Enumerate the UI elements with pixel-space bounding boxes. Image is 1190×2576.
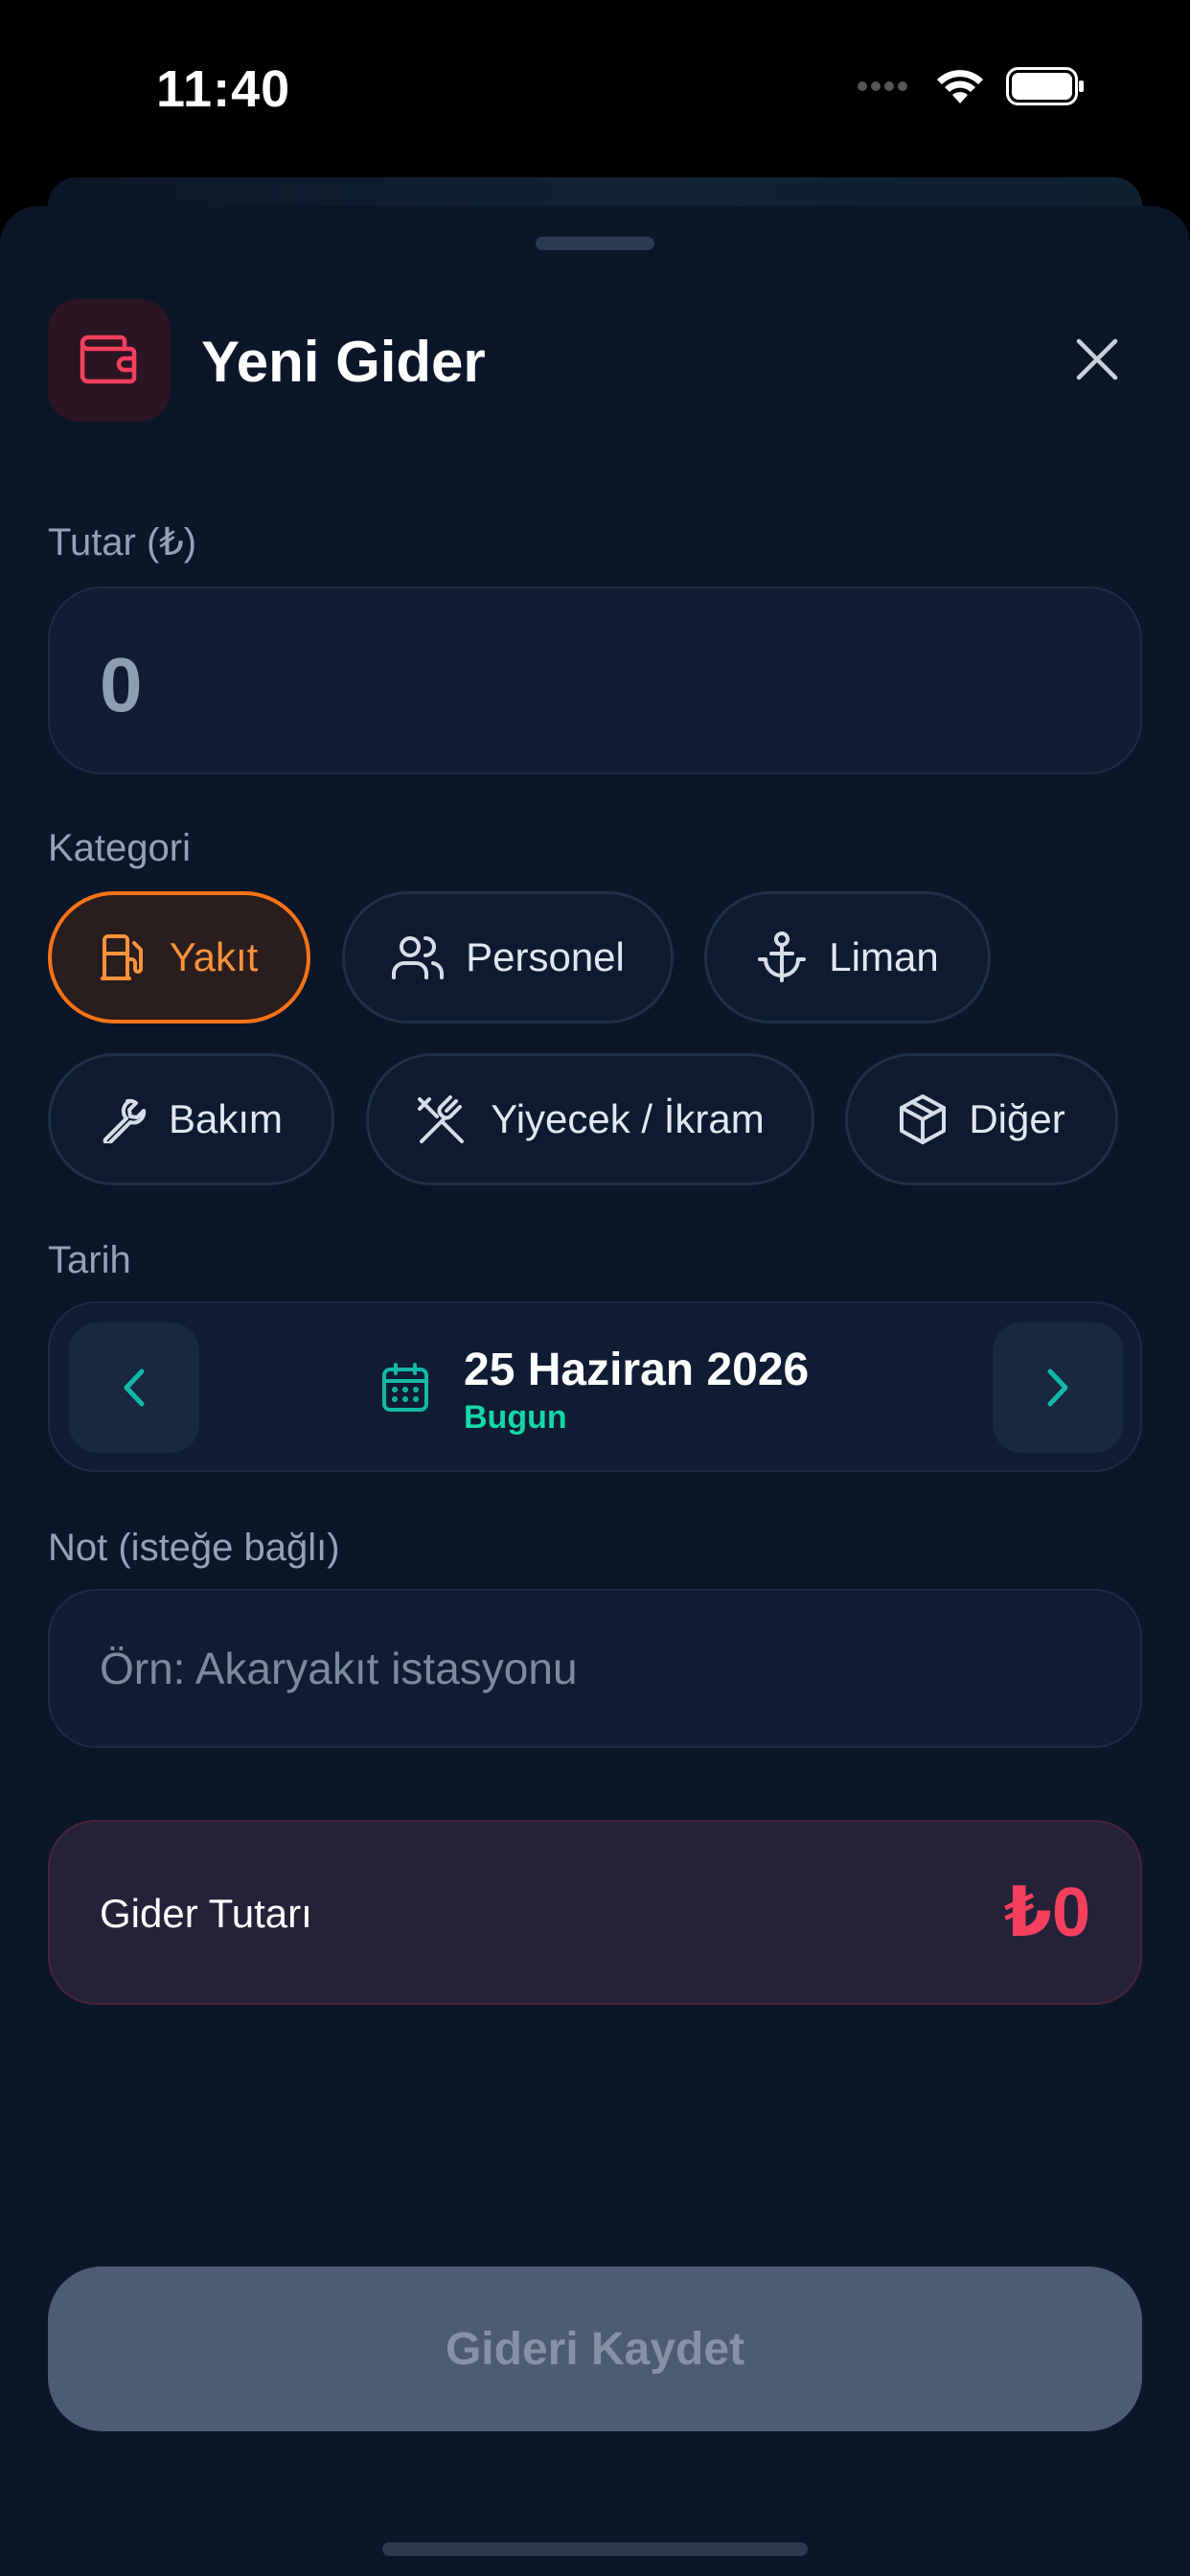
summary-label: Gider Tutarı: [100, 1891, 312, 1936]
date-relative-label: Bugun: [464, 1399, 567, 1436]
amount-input[interactable]: 0: [48, 586, 1142, 774]
category-chip-personel[interactable]: Personel: [342, 891, 674, 1024]
save-expense-button[interactable]: Gideri Kaydet: [48, 2266, 1142, 2431]
status-icons: [857, 67, 1085, 105]
fuel-pump-icon: [100, 934, 143, 980]
category-chip-label: Yiyecek / İkram: [491, 1096, 765, 1141]
category-chip-bakim[interactable]: Bakım: [48, 1053, 334, 1185]
note-input[interactable]: [100, 1591, 1096, 1746]
sheet-grabber[interactable]: [536, 237, 654, 250]
summary-value: ₺0: [1003, 1874, 1090, 1951]
category-chip-label: Personel: [466, 934, 625, 979]
wallet-icon: [48, 299, 171, 422]
home-indicator: [382, 2542, 808, 2556]
wrench-icon: [103, 1098, 147, 1143]
category-chip-diger[interactable]: Diğer: [845, 1053, 1118, 1185]
anchor-icon: [758, 932, 807, 982]
package-icon: [900, 1094, 947, 1144]
date-next-button[interactable]: [993, 1322, 1123, 1453]
status-time: 11:40: [156, 60, 291, 118]
close-button[interactable]: [1064, 326, 1131, 393]
close-icon: [1076, 338, 1118, 380]
calendar-icon: [382, 1363, 428, 1412]
note-field[interactable]: [48, 1589, 1142, 1748]
status-bar: 11:40: [0, 0, 1190, 182]
amount-label: Tutar (₺): [48, 521, 197, 564]
chevron-right-icon: [1047, 1368, 1068, 1407]
category-chip-label: Diğer: [969, 1096, 1065, 1141]
category-label: Kategori: [48, 827, 191, 869]
date-label: Tarih: [48, 1239, 131, 1281]
date-previous-button[interactable]: [69, 1322, 199, 1453]
note-label: Not (isteğe bağlı): [48, 1527, 340, 1569]
add-expense-sheet: Yeni Gider Tutar (₺) 0 Kategori Yakıt Pe…: [0, 206, 1190, 2576]
date-picker: 25 Haziran 2026 Bugun: [48, 1301, 1142, 1472]
category-chip-label: Bakım: [168, 1096, 284, 1141]
category-chip-label: Liman: [829, 934, 939, 979]
category-chip-yiyecek[interactable]: Yiyecek / İkram: [366, 1053, 814, 1185]
users-icon: [392, 936, 445, 979]
chevron-left-icon: [124, 1368, 145, 1407]
expense-summary-card: Gider Tutarı ₺0: [48, 1820, 1142, 2005]
category-chip-liman[interactable]: Liman: [704, 891, 991, 1024]
wifi-icon: [937, 70, 983, 104]
category-chip-yakit[interactable]: Yakıt: [48, 891, 310, 1024]
category-chip-label: Yakıt: [169, 934, 259, 979]
date-value[interactable]: 25 Haziran 2026: [464, 1344, 809, 1396]
amount-value[interactable]: 0: [100, 641, 143, 729]
utensils-crossed-icon: [418, 1095, 465, 1143]
cellular-signal-icon: [858, 81, 907, 91]
sheet-title: Yeni Gider: [201, 330, 486, 394]
battery-icon: [1006, 67, 1084, 105]
